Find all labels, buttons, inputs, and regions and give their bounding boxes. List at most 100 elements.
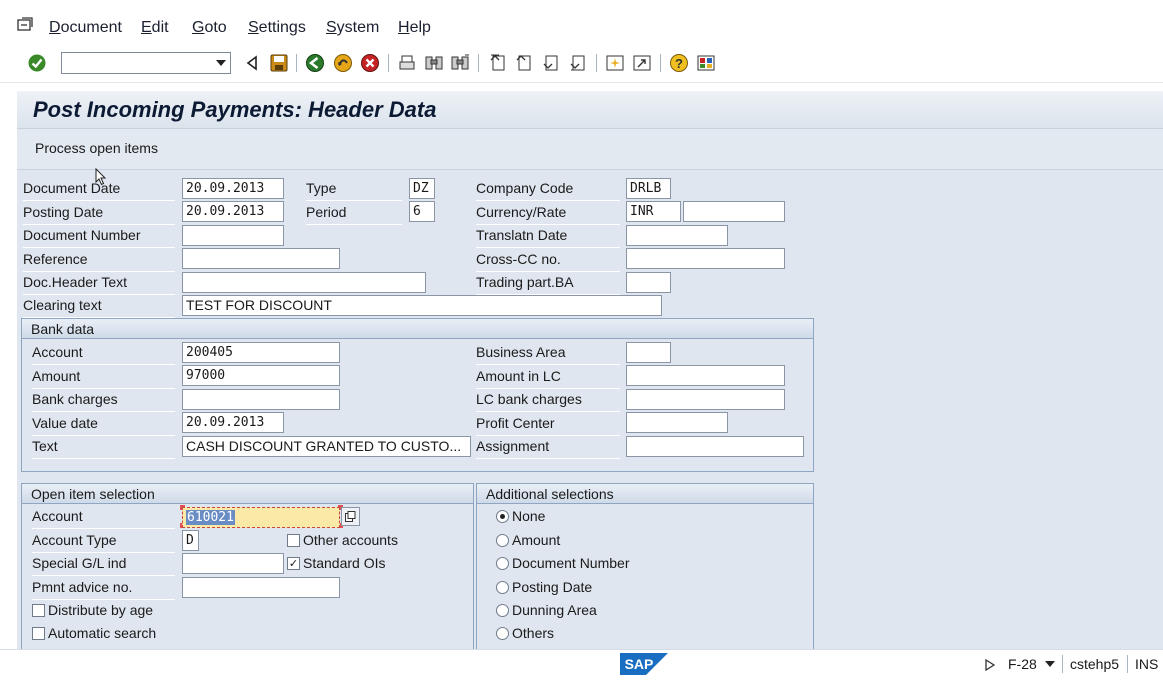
amount-in-lc-field[interactable] [626, 365, 785, 386]
sap-logo-text: SAP [625, 656, 654, 672]
check-mark-icon: ✓ [288, 558, 299, 570]
distribute-by-age-checkbox[interactable] [32, 604, 45, 617]
cancel-icon[interactable] [360, 53, 380, 73]
company-code-field[interactable]: DRLB [626, 178, 671, 199]
toolbar-separator [596, 54, 597, 72]
transaction-code: F-28 [1008, 656, 1037, 672]
doc-header-text-label: Doc.Header Text [23, 274, 175, 295]
profit-center-label: Profit Center [476, 415, 620, 436]
automatic-search-checkbox[interactable] [32, 627, 45, 640]
bank-account-label: Account [32, 344, 175, 365]
bank-charges-field[interactable] [182, 389, 340, 410]
additional-selections-title: Additional selections [477, 484, 813, 504]
currency-field[interactable]: INR [626, 201, 681, 222]
cross-cc-label: Cross-CC no. [476, 251, 620, 272]
posting-date-field[interactable]: 20.09.2013 [182, 201, 284, 222]
command-field[interactable] [61, 52, 231, 74]
document-number-field[interactable] [182, 225, 284, 246]
radio-document-number[interactable] [496, 557, 509, 570]
help-icon[interactable]: ? [669, 53, 689, 73]
text-field[interactable]: CASH DISCOUNT GRANTED TO CUSTO... [182, 436, 471, 457]
radio-none[interactable] [496, 510, 509, 523]
server-name: cstehp5 [1070, 656, 1120, 672]
find-next-icon[interactable] [450, 53, 470, 73]
chevron-down-icon[interactable] [1045, 661, 1055, 667]
first-page-icon[interactable] [488, 53, 508, 73]
window-menu-icon[interactable] [17, 17, 35, 33]
amount-field[interactable]: 97000 [182, 365, 340, 386]
standard-ois-checkbox[interactable]: ✓ [287, 557, 300, 570]
bank-data-title: Bank data [22, 319, 813, 339]
business-area-label: Business Area [476, 344, 620, 365]
radio-dunning-area-label: Dunning Area [512, 602, 597, 618]
company-code-label: Company Code [476, 180, 620, 201]
menu-settings[interactable]: Settings [248, 19, 306, 37]
assignment-label: Assignment [476, 438, 620, 459]
reference-field[interactable] [182, 248, 340, 269]
menu-help[interactable]: Help [398, 19, 431, 37]
radio-none-label: None [512, 508, 546, 524]
menu-edit[interactable]: Edit [141, 19, 169, 37]
status-expand-icon[interactable] [985, 658, 996, 674]
search-help-icon[interactable] [341, 507, 360, 526]
clearing-text-field[interactable]: TEST FOR DISCOUNT [182, 295, 662, 316]
radio-amount-label: Amount [512, 532, 561, 548]
bank-charges-label: Bank charges [32, 391, 175, 412]
exchange-rate-field[interactable] [683, 201, 785, 222]
doc-header-text-field[interactable] [182, 272, 426, 293]
text-label: Text [32, 438, 175, 459]
previous-page-icon[interactable] [514, 53, 534, 73]
reference-label: Reference [23, 251, 175, 272]
profit-center-field[interactable] [626, 412, 728, 433]
bank-account-field[interactable]: 200405 [182, 342, 340, 363]
account-type-field[interactable]: D [182, 530, 199, 551]
period-label: Period [306, 204, 402, 225]
menu-goto[interactable]: Goto [192, 19, 227, 37]
menu-document[interactable]: Document [49, 19, 122, 37]
pmnt-advice-field[interactable] [182, 577, 340, 598]
application-toolbar [17, 129, 1163, 170]
process-open-items-button[interactable]: Process open items [35, 140, 158, 156]
find-icon[interactable] [424, 53, 444, 73]
radio-amount[interactable] [496, 534, 509, 547]
back-triangle-icon[interactable] [242, 53, 262, 73]
lc-bank-charges-field[interactable] [626, 389, 785, 410]
assignment-field[interactable] [626, 436, 804, 457]
exit-icon[interactable] [333, 53, 353, 73]
radio-posting-date[interactable] [496, 581, 509, 594]
shortcut-icon[interactable] [632, 53, 652, 73]
type-field[interactable]: DZ [409, 178, 435, 199]
automatic-search-label: Automatic search [48, 625, 157, 641]
oi-account-label: Account [32, 508, 175, 529]
back-icon[interactable] [305, 53, 325, 73]
document-date-field[interactable]: 20.09.2013 [182, 178, 284, 199]
oi-account-field[interactable]: 610021 [182, 507, 340, 528]
cross-cc-field[interactable] [626, 248, 785, 269]
trading-part-label: Trading part.BA [476, 274, 620, 295]
value-date-field[interactable]: 20.09.2013 [182, 412, 284, 433]
translatn-date-field[interactable] [626, 225, 728, 246]
next-page-icon[interactable] [541, 53, 561, 73]
last-page-icon[interactable] [568, 53, 588, 73]
menu-system[interactable]: System [326, 19, 379, 37]
customize-layout-icon[interactable] [696, 53, 716, 73]
toolbar-separator [296, 54, 297, 72]
new-session-icon[interactable] [605, 53, 625, 73]
business-area-field[interactable] [626, 342, 671, 363]
special-gl-field[interactable] [182, 553, 284, 574]
account-type-label: Account Type [32, 532, 175, 553]
command-input[interactable] [65, 54, 209, 74]
radio-others-label: Others [512, 625, 555, 641]
print-icon[interactable] [397, 53, 417, 73]
pmnt-advice-label: Pmnt advice no. [32, 579, 175, 600]
trading-part-field[interactable] [626, 272, 671, 293]
toolbar-separator [388, 54, 389, 72]
period-field[interactable]: 6 [409, 201, 435, 222]
other-accounts-checkbox[interactable] [287, 534, 300, 547]
radio-others[interactable] [496, 627, 509, 640]
chevron-down-icon[interactable] [216, 60, 226, 66]
radio-dunning-area[interactable] [496, 604, 509, 617]
distribute-by-age-label: Distribute by age [48, 602, 154, 618]
enter-check-icon[interactable] [27, 53, 47, 73]
save-icon[interactable] [269, 53, 289, 73]
